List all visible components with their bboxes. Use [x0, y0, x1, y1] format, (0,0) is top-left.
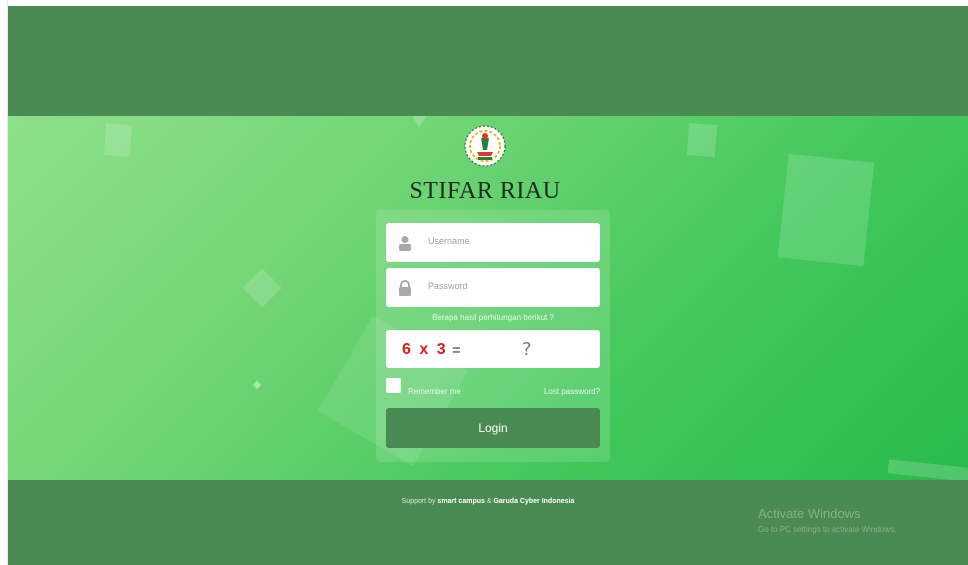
- password-field[interactable]: Password: [386, 268, 600, 307]
- user-icon: [399, 236, 411, 251]
- lock-icon: [399, 280, 411, 296]
- watermark-title: Activate Windows: [758, 506, 861, 521]
- footer-partner-garuda[interactable]: Garuda Cyber Indonesia: [493, 498, 574, 505]
- header-bar: [8, 6, 968, 116]
- captcha-question-label: Berapa hasil perhitungan berikut ?: [432, 313, 554, 322]
- decor-triangle: [412, 116, 426, 128]
- footer-credit: Support by smart campus & Garuda Cyber I…: [8, 498, 968, 505]
- windows-activation-watermark: Activate Windows Go to PC settings to ac…: [758, 506, 896, 534]
- login-button[interactable]: Login: [386, 408, 600, 448]
- remember-me-label[interactable]: Remember me: [408, 387, 461, 396]
- brand-title: STIFAR RIAU: [409, 178, 561, 204]
- captcha-equals: =: [452, 342, 461, 359]
- decor-square: [777, 153, 875, 267]
- username-field[interactable]: Username: [386, 223, 600, 262]
- footer-support-prefix: Support by: [401, 498, 436, 505]
- footer-connector: &: [486, 498, 492, 505]
- footer-bar: Support by smart campus & Garuda Cyber I…: [8, 480, 968, 565]
- captcha-answer-field[interactable]: 6 x 3 = ?: [386, 330, 600, 368]
- decor-strip: [887, 459, 968, 480]
- page: STIFAR RIAU Username Password Berapa has…: [0, 0, 968, 565]
- username-placeholder: Username: [428, 236, 470, 246]
- lost-password-link[interactable]: Lost password?: [530, 387, 600, 396]
- remember-me-checkbox[interactable]: [386, 378, 401, 393]
- watermark-subtitle: Go to PC settings to activate Windows.: [758, 525, 897, 534]
- decor-square: [686, 123, 718, 157]
- captcha-answer-placeholder: ?: [522, 339, 532, 360]
- window-edge: [0, 0, 8, 565]
- school-logo: [464, 125, 506, 167]
- captcha-expression: 6 x 3: [402, 341, 448, 358]
- decor-diamond: [242, 268, 282, 308]
- decor-diamond: [252, 380, 262, 390]
- password-placeholder: Password: [428, 281, 468, 291]
- footer-partner-smart-campus[interactable]: smart campus: [437, 498, 484, 505]
- decor-square: [103, 123, 133, 157]
